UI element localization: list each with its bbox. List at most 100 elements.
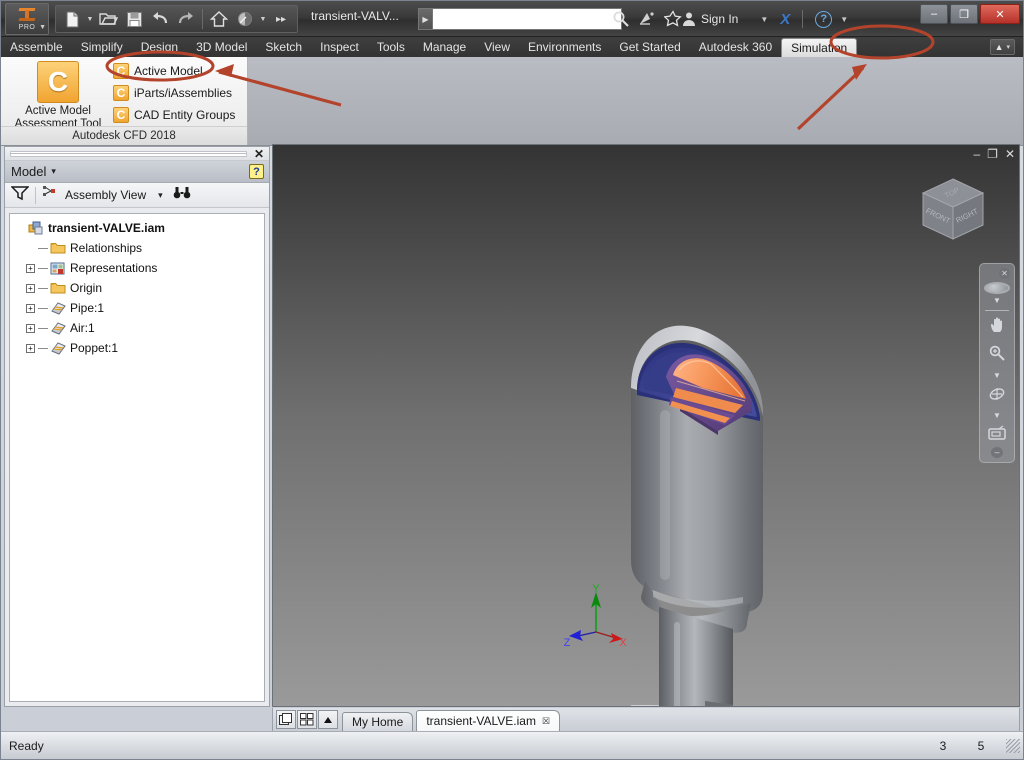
- viewport-close-button[interactable]: ✕: [1005, 147, 1015, 161]
- orbit-icon[interactable]: [987, 385, 1007, 406]
- maximize-button[interactable]: ❐: [950, 4, 978, 24]
- steering-wheel-icon[interactable]: [984, 282, 1010, 294]
- satellite-icon[interactable]: [635, 7, 659, 31]
- new-file-dropdown-icon[interactable]: ▼: [85, 16, 95, 23]
- tree-node[interactable]: Relationships: [10, 238, 264, 258]
- viewport-minimize-button[interactable]: –: [973, 147, 980, 161]
- ribbon-tab-3d-model[interactable]: 3D Model: [187, 37, 256, 57]
- viewport-restore-button[interactable]: ❐: [987, 147, 998, 161]
- tree-expander-icon[interactable]: +: [26, 323, 35, 333]
- look-icon[interactable]: [987, 425, 1007, 444]
- ribbon-tab-simulation[interactable]: Simulation: [781, 38, 858, 57]
- valve-assembly-model[interactable]: [273, 145, 1020, 707]
- appearance-dropdown-icon[interactable]: ▼: [258, 16, 268, 23]
- cfd-command-label: CAD Entity Groups: [134, 108, 236, 122]
- tree-node-label: Air:1: [70, 321, 95, 335]
- browser-grip[interactable]: ✕: [5, 147, 269, 161]
- tree-connector-line: [38, 247, 48, 249]
- tree-connector-line: [38, 347, 48, 349]
- scroll-tabs-up-icon[interactable]: [318, 710, 338, 729]
- tree-node[interactable]: + Representations: [10, 258, 264, 278]
- open-file-icon[interactable]: [95, 7, 121, 31]
- resize-grip[interactable]: [1006, 738, 1020, 753]
- tree-expander-icon[interactable]: +: [26, 303, 35, 313]
- sign-in-dropdown-icon[interactable]: ▼: [760, 15, 768, 24]
- assembly-view-dropdown-icon[interactable]: ▾: [158, 190, 163, 201]
- nav-bar-collapse-icon[interactable]: ‒: [991, 447, 1003, 458]
- tile-windows-icon[interactable]: [297, 710, 317, 729]
- minimize-button[interactable]: –: [920, 4, 948, 24]
- tree-root-node[interactable]: transient-VALVE.iam: [10, 218, 264, 238]
- cfd-command-iparts-iassemblies[interactable]: CiParts/iAssemblies: [113, 82, 235, 104]
- home-icon[interactable]: [206, 7, 232, 31]
- ribbon-collapse-icon: ▲: [994, 42, 1004, 52]
- zoom-icon[interactable]: [988, 344, 1007, 366]
- ribbon-tab-simplify[interactable]: Simplify: [72, 37, 132, 57]
- model-tree[interactable]: transient-VALVE.iam Relationships + Represe…: [9, 213, 265, 702]
- cascade-windows-icon[interactable]: [276, 710, 296, 729]
- ribbon-tab-environments[interactable]: Environments: [519, 37, 610, 57]
- tree-node[interactable]: + Poppet:1: [10, 338, 264, 358]
- application-menu-button[interactable]: PRO ▼: [5, 3, 49, 35]
- active-model-assessment-tool-button[interactable]: C Active Model Assessment Tool: [9, 61, 107, 131]
- tab-close-icon[interactable]: ☒: [542, 716, 550, 727]
- tree-node[interactable]: + Origin: [10, 278, 264, 298]
- title-bar: PRO ▼ ▼ ▼ ▸▸ transient-VALV... ▶ Sign In…: [1, 1, 1023, 37]
- tree-connector-line: [38, 327, 48, 329]
- autodesk-exchange-icon[interactable]: X: [780, 11, 790, 28]
- ribbon-tab-view[interactable]: View: [475, 37, 519, 57]
- chevron-down-icon[interactable]: ▾: [51, 166, 56, 177]
- pan-icon[interactable]: [988, 316, 1007, 338]
- browser-drag-handle[interactable]: [10, 151, 247, 157]
- sign-in-area[interactable]: Sign In ▼ X ? ▼: [681, 10, 848, 28]
- 3d-viewport[interactable]: – ❐ ✕ TOP FRONT RIGHT ✕ ▼ ▼ ▼ ‒ Y X Z: [272, 144, 1020, 707]
- save-icon[interactable]: [121, 7, 147, 31]
- new-file-icon[interactable]: [59, 7, 85, 31]
- cfd-command-active-model[interactable]: C Active Model: [113, 60, 235, 82]
- close-button[interactable]: ✕: [980, 4, 1020, 24]
- browser-close-icon[interactable]: ✕: [254, 147, 264, 161]
- view-cube[interactable]: TOP FRONT RIGHT: [915, 173, 991, 249]
- cfd-command-cad-entity-groups[interactable]: C CAD Entity Groups: [113, 104, 235, 126]
- filter-icon[interactable]: [10, 185, 30, 206]
- undo-icon[interactable]: [147, 7, 173, 31]
- cfd-command-label: Active Model: [134, 64, 203, 78]
- orbit-dropdown-icon[interactable]: ▼: [993, 411, 1001, 420]
- ribbon-tab-inspect[interactable]: Inspect: [311, 37, 368, 57]
- search-input[interactable]: [432, 8, 622, 30]
- axis-z-label: Z: [564, 637, 571, 646]
- more-commands-icon[interactable]: ▸▸: [268, 7, 294, 31]
- zoom-dropdown-icon[interactable]: ▼: [993, 371, 1001, 380]
- ribbon-tab-assemble[interactable]: Assemble: [1, 37, 72, 57]
- ribbon-tab-sketch[interactable]: Sketch: [256, 37, 311, 57]
- help-dropdown-icon[interactable]: ▼: [840, 15, 848, 24]
- status-cell-2: 5: [977, 738, 985, 753]
- search-expand-icon[interactable]: ▶: [418, 8, 432, 30]
- tree-connector-line: [38, 287, 48, 289]
- browser-help-icon[interactable]: ?: [249, 164, 264, 179]
- tree-node[interactable]: + Pipe:1: [10, 298, 264, 318]
- find-binoculars-icon[interactable]: [173, 186, 191, 205]
- status-cell-1: 3: [939, 738, 947, 753]
- ribbon-tab-tools[interactable]: Tools: [368, 37, 414, 57]
- search-icon[interactable]: [609, 7, 633, 31]
- tree-expander-icon[interactable]: +: [26, 263, 35, 273]
- tab-my-home[interactable]: My Home: [342, 712, 414, 731]
- tree-expander-icon[interactable]: +: [26, 283, 35, 293]
- appearance-icon[interactable]: [232, 7, 258, 31]
- ribbon-tab-get-started[interactable]: Get Started: [610, 37, 689, 57]
- ribbon-minimize-button[interactable]: ▲ ▾: [989, 39, 1015, 55]
- tree-node-label: Pipe:1: [70, 301, 105, 315]
- steering-wheel-dropdown-icon[interactable]: ▼: [993, 296, 1001, 305]
- assembly-icon: [28, 221, 44, 236]
- nav-bar-close-icon[interactable]: ✕: [999, 268, 1010, 279]
- tree-node[interactable]: + Air:1: [10, 318, 264, 338]
- axis-y-label: Y: [592, 584, 600, 595]
- tab-transient-valve[interactable]: transient-VALVE.iam ☒: [416, 710, 561, 731]
- redo-icon[interactable]: [173, 7, 199, 31]
- tree-expander-icon[interactable]: +: [26, 343, 35, 353]
- ribbon-tab-design[interactable]: Design: [132, 37, 187, 57]
- ribbon-tab-autodesk-360[interactable]: Autodesk 360: [690, 37, 781, 57]
- help-icon[interactable]: ?: [815, 10, 833, 28]
- ribbon-tab-manage[interactable]: Manage: [414, 37, 475, 57]
